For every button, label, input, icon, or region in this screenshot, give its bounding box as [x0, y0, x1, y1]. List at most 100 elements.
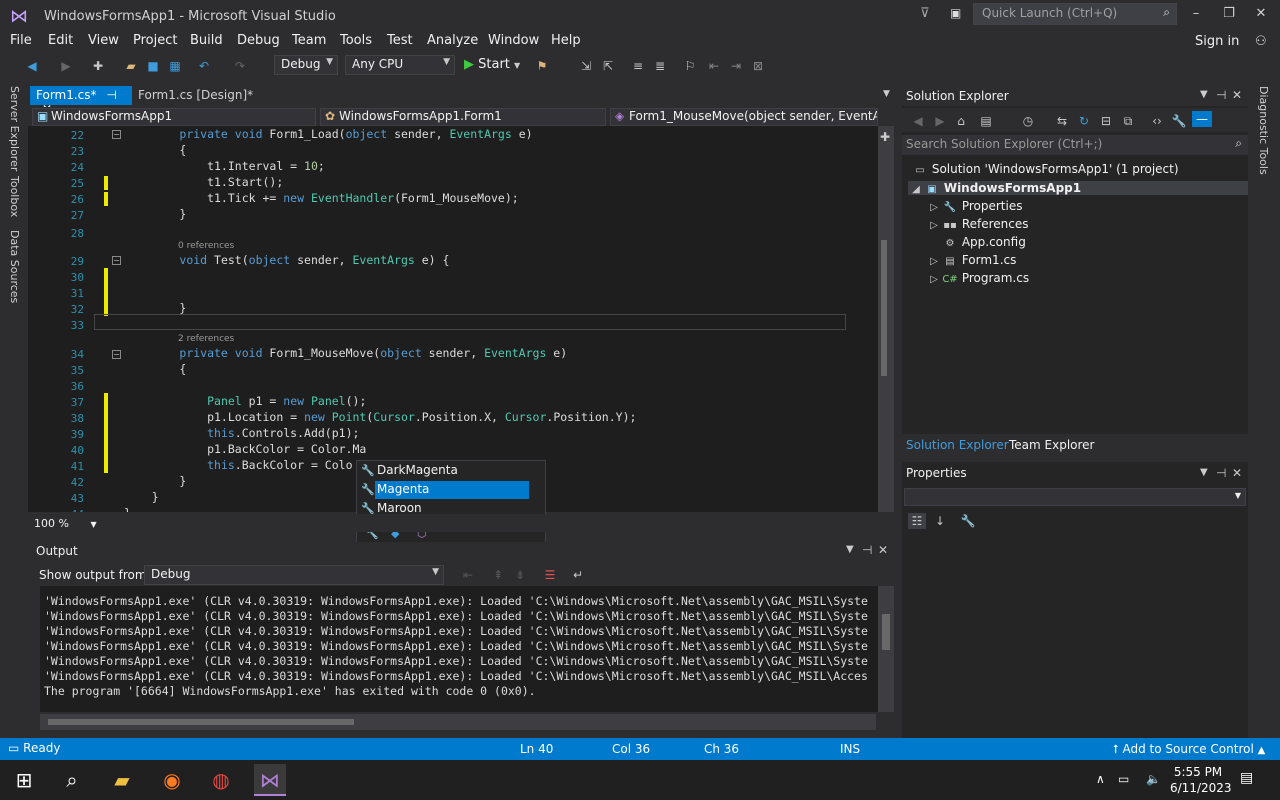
menu-debug[interactable]: Debug	[237, 33, 280, 48]
tree-item-program[interactable]: ▷ C# Program.cs	[926, 271, 1029, 285]
properties-object-dropdown[interactable]: ▼	[904, 488, 1246, 506]
code-line[interactable]: }	[124, 301, 186, 315]
next-bookmark-icon[interactable]: ⇥	[728, 58, 744, 74]
menu-window[interactable]: Window	[488, 33, 539, 48]
start-button[interactable]: ▶ Start ▼	[464, 57, 520, 72]
forward-icon[interactable]: ▶	[932, 113, 948, 129]
tab-solution-explorer[interactable]: Solution Explorer	[906, 438, 1009, 452]
code-line[interactable]: }	[124, 207, 186, 221]
codelens-references[interactable]: 0 references	[178, 241, 234, 251]
menu-view[interactable]: View	[88, 33, 119, 48]
find-message-icon[interactable]: ⇤	[460, 567, 476, 583]
output-text-area[interactable]: 'WindowsFormsApp1.exe' (CLR v4.0.30319: …	[40, 586, 878, 712]
preview-selected-icon[interactable]: —	[1192, 111, 1212, 127]
fold-toggle-icon[interactable]: −	[112, 350, 121, 359]
menu-test[interactable]: Test	[387, 33, 413, 48]
menu-build[interactable]: Build	[190, 33, 223, 48]
switch-views-icon[interactable]: ▤	[978, 113, 994, 129]
back-icon[interactable]: ◀	[24, 58, 40, 74]
back-icon[interactable]: ◀	[910, 113, 926, 129]
output-hscroll-thumb[interactable]	[48, 719, 354, 725]
completion-item-darkmagenta[interactable]: DarkMagenta	[375, 462, 529, 480]
tree-item-app-config[interactable]: ⚙ App.config	[942, 235, 1026, 249]
code-line[interactable]: void Test(object sender, EventArgs e) {	[124, 253, 449, 267]
redo-icon[interactable]: ↷	[232, 58, 248, 74]
save-all-icon[interactable]: ▦	[167, 58, 183, 74]
platform-dropdown[interactable]: Any CPU ▼	[345, 55, 455, 75]
clear-bookmarks-icon[interactable]: ⊠	[750, 58, 766, 74]
prev-bookmark-icon[interactable]: ⇤	[706, 58, 722, 74]
code-line[interactable]: t1.Tick += new EventHandler(Form1_MouseM…	[124, 191, 519, 205]
collapse-all-icon[interactable]: ⊟	[1098, 113, 1114, 129]
code-line[interactable]: p1.Location = new Point(Cursor.Position.…	[124, 410, 636, 424]
browser-link-icon[interactable]: ⚑	[534, 58, 550, 74]
pending-changes-icon[interactable]: ◷	[1020, 113, 1036, 129]
panel-menu-icon[interactable]: ▼	[1200, 89, 1208, 100]
editor-scroll-thumb[interactable]	[881, 240, 887, 376]
view-code-icon[interactable]: ‹›	[1149, 113, 1165, 129]
code-line[interactable]: this.BackColor = Colo	[124, 458, 352, 472]
open-file-icon[interactable]: ▰	[123, 58, 139, 74]
home-icon[interactable]: ⌂	[953, 113, 969, 129]
code-line[interactable]: private void Form1_Load(object sender, E…	[124, 127, 532, 141]
windows-start-icon[interactable]: ⊞	[8, 764, 40, 796]
undo-icon[interactable]: ↶	[196, 58, 212, 74]
tree-project[interactable]: ◢ ▣ WindowsFormsApp1	[908, 181, 1248, 195]
search-icon[interactable]: ⌕	[56, 764, 88, 796]
code-line[interactable]: t1.Start();	[124, 175, 283, 189]
code-line[interactable]: this.Controls.Add(p1);	[124, 426, 359, 440]
pin-icon[interactable]: ⊣	[106, 88, 116, 102]
sync-icon[interactable]: ⇆	[1054, 113, 1070, 129]
output-source-dropdown[interactable]: Debug ▼	[144, 565, 444, 585]
diagnostic-tools-tab[interactable]: Diagnostic Tools	[1257, 86, 1270, 175]
split-editor-icon[interactable]: ✚	[880, 130, 890, 144]
categorized-icon[interactable]: ☷	[908, 513, 926, 529]
tree-solution[interactable]: ▭ Solution 'WindowsFormsApp1' (1 project…	[912, 162, 1178, 176]
menu-file[interactable]: File	[10, 33, 32, 48]
visual-studio-taskbar-icon[interactable]: ⋈	[254, 764, 286, 796]
sign-in-link[interactable]: Sign in	[1195, 34, 1239, 49]
configuration-dropdown[interactable]: Debug ▼	[274, 55, 338, 75]
forward-icon[interactable]: ▶	[58, 58, 74, 74]
code-line[interactable]: {	[124, 143, 186, 157]
code-line[interactable]: }	[124, 474, 186, 488]
close-panel-icon[interactable]: ✕	[878, 543, 888, 557]
uncomment-icon[interactable]: ≣	[652, 58, 668, 74]
menu-help[interactable]: Help	[551, 33, 581, 48]
refresh-icon[interactable]: ↻	[1076, 113, 1092, 129]
member-nav-dropdown[interactable]: ◈ Form1_MouseMove(object sender, EventArg…	[610, 108, 878, 126]
menu-project[interactable]: Project	[133, 33, 177, 48]
word-wrap-icon[interactable]: ↵	[570, 567, 586, 583]
close-panel-icon[interactable]: ✕	[1232, 466, 1242, 480]
server-explorer-tab[interactable]: Server Explorer	[8, 86, 21, 171]
minimize-button[interactable]: –	[1186, 6, 1206, 21]
tab-form1-cs[interactable]: Form1.cs* ⊣ ✕	[30, 86, 132, 116]
alphabetical-icon[interactable]: ↓	[932, 513, 948, 529]
data-sources-tab[interactable]: Data Sources	[8, 230, 21, 303]
notifications-icon[interactable]: ▤	[1240, 770, 1253, 786]
new-project-icon[interactable]: ✚	[90, 58, 106, 74]
code-line[interactable]: }	[124, 490, 159, 504]
close-window-button[interactable]: ✕	[1251, 6, 1271, 21]
step-into-icon[interactable]: ⇲	[578, 58, 594, 74]
close-panel-icon[interactable]: ✕	[1232, 88, 1242, 102]
tab-form1-design[interactable]: Form1.cs [Design]*	[132, 86, 282, 105]
tab-team-explorer[interactable]: Team Explorer	[1009, 438, 1095, 452]
account-icon[interactable]: ⚇	[1255, 34, 1267, 49]
tray-overflow-icon[interactable]: ∧	[1096, 772, 1105, 786]
menu-edit[interactable]: Edit	[48, 33, 73, 48]
show-all-files-icon[interactable]: ⧉	[1120, 113, 1136, 129]
code-line[interactable]: p1.BackColor = Color.Ma	[124, 442, 366, 456]
solution-search-input[interactable]: Search Solution Explorer (Ctrl+;) ⌕	[902, 135, 1248, 155]
code-line[interactable]: t1.Interval = 10;	[124, 159, 325, 173]
next-message-icon[interactable]: ⇟	[512, 567, 528, 583]
firefox-icon[interactable]: ◉	[156, 764, 188, 796]
feedback-icon[interactable]: ▣	[950, 6, 961, 20]
tree-item-form1[interactable]: ▷ ▤ Form1.cs	[926, 253, 1016, 267]
file-explorer-icon[interactable]: ▰	[106, 764, 138, 796]
tree-item-properties[interactable]: ▷ 🔧 Properties	[926, 199, 1022, 213]
clear-all-icon[interactable]: ☰	[542, 567, 558, 583]
prev-message-icon[interactable]: ⇞	[490, 567, 506, 583]
save-icon[interactable]: ■	[145, 58, 161, 74]
tab-overflow-icon[interactable]: ▼	[883, 89, 890, 99]
